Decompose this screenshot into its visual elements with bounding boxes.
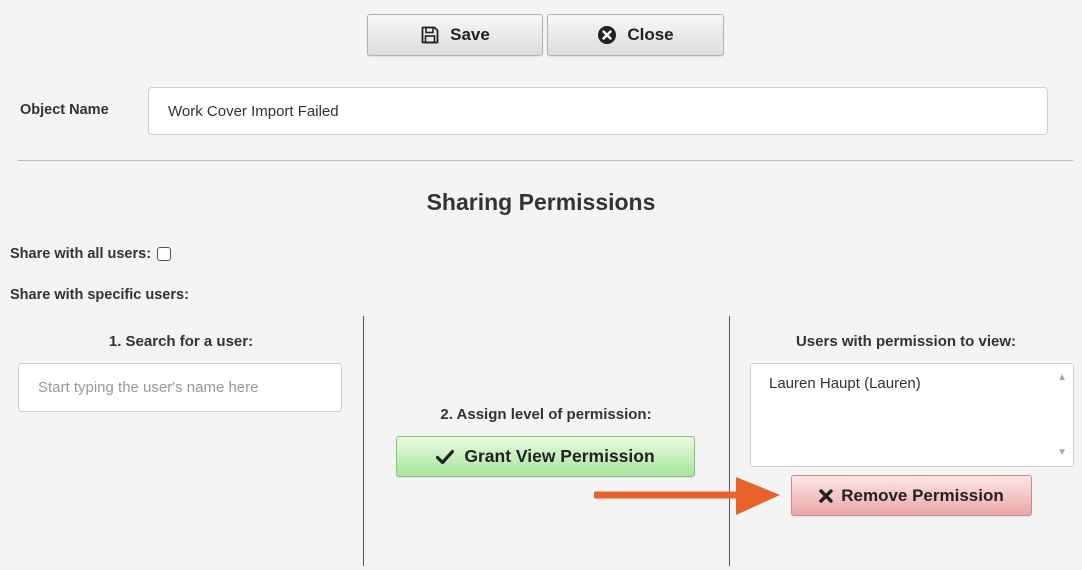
column-divider: [363, 316, 364, 566]
grant-label: Grant View Permission: [464, 446, 655, 466]
floppy-disk-icon: [421, 26, 439, 44]
object-name-value: Work Cover Import Failed: [168, 102, 339, 120]
x-mark-icon: [819, 488, 833, 503]
scroll-down-icon[interactable]: ▼: [1057, 447, 1067, 458]
close-label: Close: [627, 25, 674, 44]
column-divider: [729, 316, 730, 566]
save-label: Save: [450, 25, 490, 44]
users-with-permission-list[interactable]: Lauren Haupt (Lauren) ▲ ▼: [750, 363, 1074, 467]
user-search-placeholder: Start typing the user's name here: [38, 379, 259, 396]
grant-view-permission-button[interactable]: Grant View Permission: [396, 436, 695, 477]
x-circle-icon: [598, 26, 617, 44]
share-specific-label: Share with specific users:: [10, 287, 189, 303]
share-all-row: Share with all users:: [10, 246, 172, 262]
divider: [18, 160, 1073, 161]
share-all-label: Share with all users:: [10, 246, 152, 262]
object-name-label: Object Name: [20, 102, 109, 118]
assign-permission-heading: 2. Assign level of permission:: [440, 406, 652, 423]
share-all-checkbox[interactable]: [157, 247, 172, 261]
search-user-heading: 1. Search for a user:: [108, 333, 254, 350]
save-button[interactable]: Save: [367, 14, 543, 56]
close-button[interactable]: Close: [547, 14, 724, 56]
sharing-permissions-heading: Sharing Permissions: [426, 189, 656, 215]
remove-label: Remove Permission: [841, 485, 1004, 505]
object-name-input[interactable]: Work Cover Import Failed: [148, 87, 1048, 135]
remove-permission-button[interactable]: Remove Permission: [791, 475, 1032, 516]
user-search-input[interactable]: Start typing the user's name here: [18, 363, 342, 412]
users-with-permission-heading: Users with permission to view:: [795, 333, 1017, 350]
checkmark-icon: [436, 449, 455, 464]
orange-arrow-icon: [594, 477, 780, 515]
list-item[interactable]: Lauren Haupt (Lauren): [769, 375, 921, 392]
scroll-up-icon[interactable]: ▲: [1057, 372, 1067, 383]
